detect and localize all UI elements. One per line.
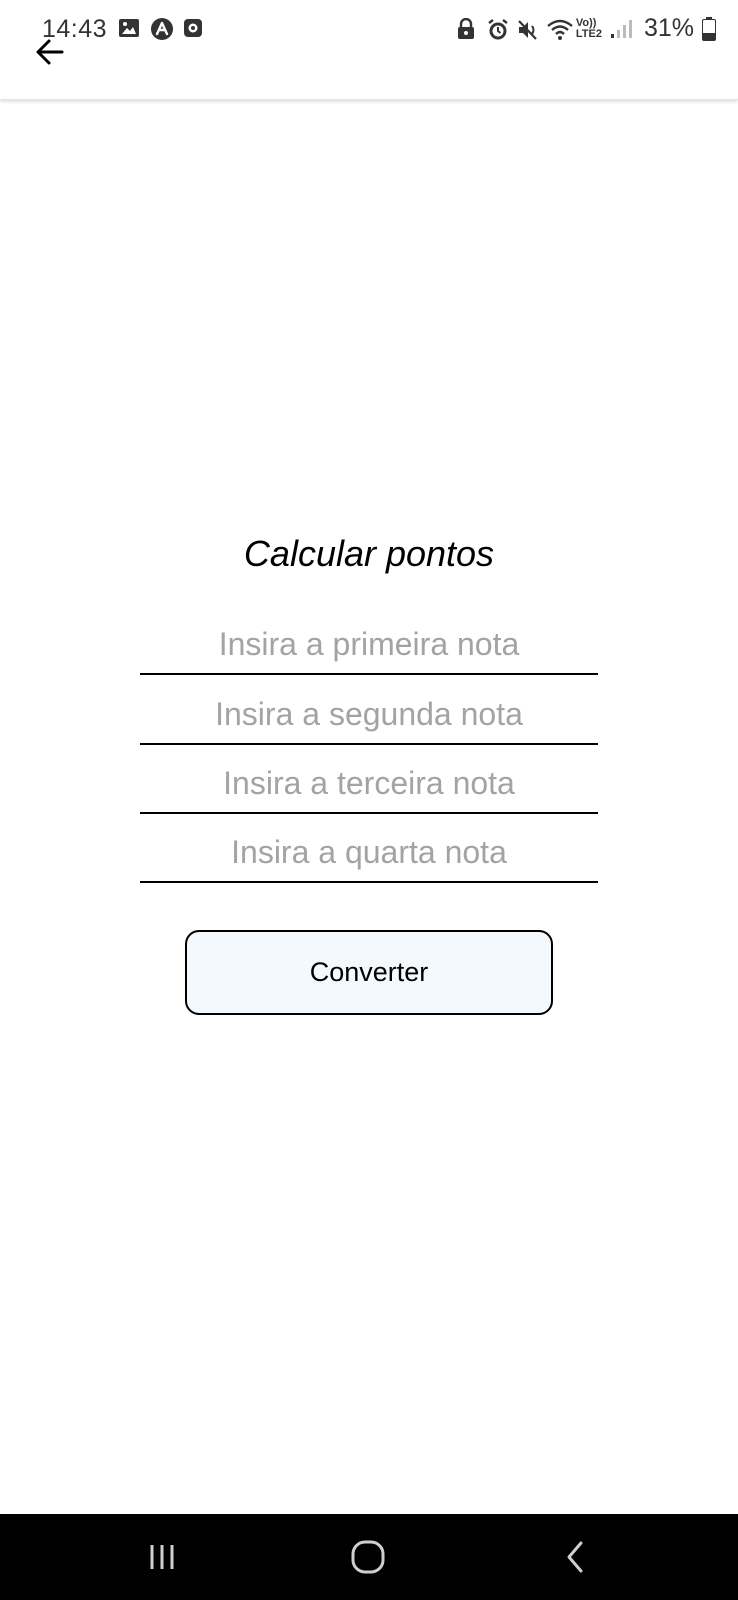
fourth-grade-input[interactable] xyxy=(140,823,598,883)
top-bar: 14:43 Vo)) LTE2 31% xyxy=(0,0,738,100)
home-button[interactable] xyxy=(338,1534,398,1580)
home-icon xyxy=(351,1540,385,1574)
volte-label-bottom: LTE2 xyxy=(575,27,602,40)
back-icon xyxy=(567,1541,583,1573)
nav-back-button[interactable] xyxy=(545,1534,605,1580)
lock-icon xyxy=(456,17,478,40)
convert-button[interactable]: Converter xyxy=(185,930,553,1015)
gallery-icon xyxy=(118,17,140,39)
second-grade-input[interactable] xyxy=(140,685,598,745)
mute-icon xyxy=(516,18,538,40)
status-left-icons xyxy=(118,17,204,40)
first-grade-input[interactable] xyxy=(140,615,598,675)
record-icon xyxy=(182,17,204,39)
volte-label-top: Vo)) xyxy=(575,16,597,29)
battery-icon xyxy=(702,16,716,41)
alarm-icon xyxy=(486,18,508,40)
page-title: Calcular pontos xyxy=(243,533,495,574)
signal-icon xyxy=(610,18,632,40)
recents-button[interactable] xyxy=(132,1534,192,1580)
battery-percent: 31% xyxy=(643,14,694,42)
volte-icon: Vo)) LTE2 xyxy=(575,16,602,40)
navigation-bar xyxy=(0,1514,738,1600)
convert-button-label: Converter xyxy=(309,957,429,987)
app-icon xyxy=(150,17,173,40)
recents-icon xyxy=(150,1545,174,1569)
status-right-icons: Vo)) LTE2 31% xyxy=(456,14,716,43)
back-button[interactable] xyxy=(30,32,70,72)
wifi-icon xyxy=(546,18,573,40)
third-grade-input[interactable] xyxy=(140,754,598,814)
arrow-left-icon xyxy=(36,39,64,65)
